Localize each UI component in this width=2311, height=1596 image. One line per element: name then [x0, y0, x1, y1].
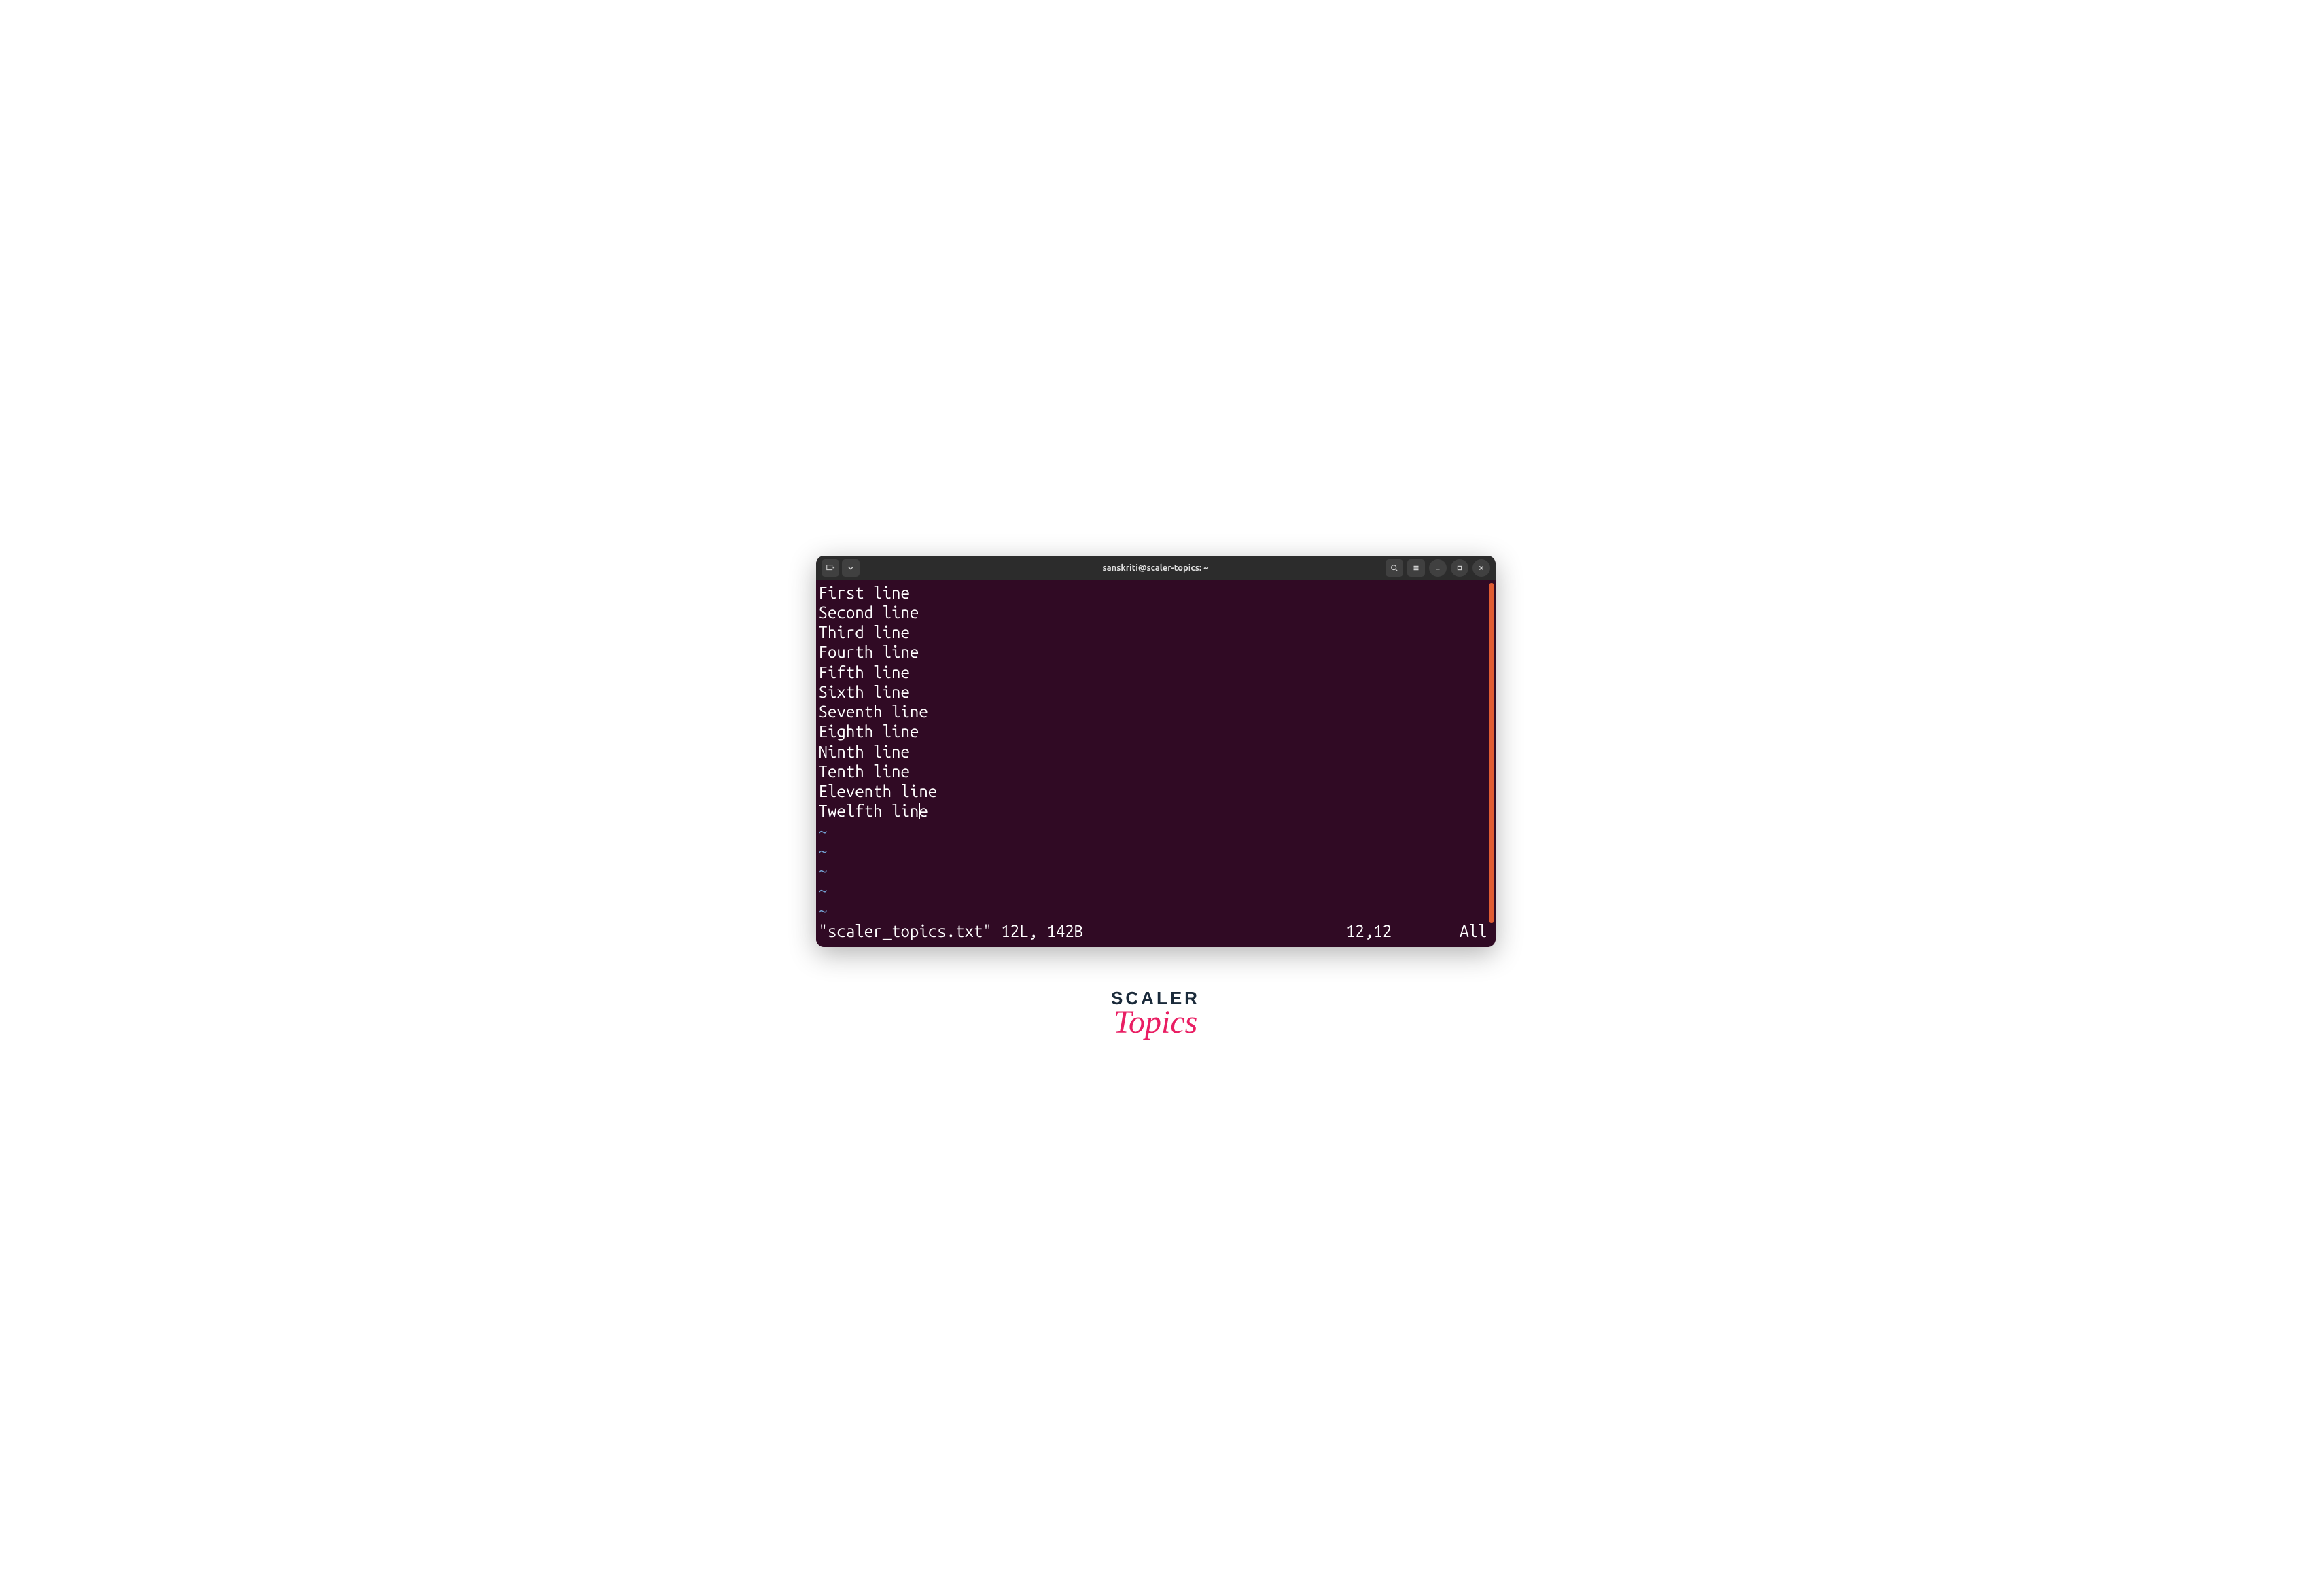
- hamburger-icon: [1411, 563, 1421, 573]
- logo: SCALER Topics: [1111, 988, 1200, 1041]
- editor-line: Fifth line: [819, 662, 1493, 682]
- terminal-window: sanskriti@scaler-topics: ~ First lineSec…: [816, 556, 1496, 947]
- title-bar: sanskriti@scaler-topics: ~: [816, 556, 1496, 580]
- vim-status-line: "scaler_topics.txt" 12L, 142B 12,12 All: [816, 922, 1496, 940]
- search-icon: [1390, 563, 1399, 573]
- editor-line: Eleventh line: [819, 781, 1493, 801]
- scrollbar[interactable]: [1489, 583, 1494, 923]
- close-icon: [1477, 563, 1486, 573]
- terminal-body[interactable]: First lineSecond lineThird lineFourth li…: [816, 580, 1496, 947]
- window-title: sanskriti@scaler-topics: ~: [1102, 563, 1208, 573]
- close-button[interactable]: [1472, 559, 1490, 577]
- status-scroll-indicator: All: [1460, 922, 1487, 940]
- empty-line-tilde: ~: [819, 861, 1493, 881]
- empty-line-tilde: ~: [819, 821, 1493, 841]
- maximize-icon: [1455, 563, 1464, 573]
- editor-line: Second line: [819, 603, 1493, 622]
- status-cursor-position: 12,12: [1346, 922, 1392, 940]
- logo-text-topics: Topics: [1114, 1004, 1198, 1041]
- editor-line: Sixth line: [819, 682, 1493, 702]
- title-bar-right-controls: [1386, 559, 1490, 577]
- editor-line: Fourth line: [819, 642, 1493, 662]
- status-spacer: [1083, 922, 1346, 940]
- search-button[interactable]: [1386, 559, 1403, 577]
- empty-line-tilde: ~: [819, 841, 1493, 861]
- editor-line: Seventh line: [819, 702, 1493, 722]
- menu-button[interactable]: [1407, 559, 1425, 577]
- status-filename: "scaler_topics.txt" 12L, 142B: [819, 922, 1084, 940]
- maximize-button[interactable]: [1451, 559, 1468, 577]
- minimize-button[interactable]: [1429, 559, 1447, 577]
- cursor: e: [919, 802, 928, 820]
- empty-line-tilde: ~: [819, 901, 1493, 921]
- editor-line: First line: [819, 583, 1493, 603]
- dropdown-button[interactable]: [842, 559, 860, 577]
- editor-line: Ninth line: [819, 742, 1493, 762]
- new-tab-icon: [826, 563, 835, 573]
- minimize-icon: [1433, 563, 1443, 573]
- editor-line: Tenth line: [819, 762, 1493, 781]
- editor-line: Third line: [819, 622, 1493, 642]
- title-bar-left-controls: [822, 559, 860, 577]
- editor-content[interactable]: First lineSecond lineThird lineFourth li…: [816, 583, 1496, 921]
- new-tab-button[interactable]: [822, 559, 839, 577]
- empty-line-tilde: ~: [819, 881, 1493, 900]
- chevron-down-icon: [846, 563, 855, 573]
- editor-line: Eighth line: [819, 722, 1493, 741]
- editor-line: Twelfth line: [819, 801, 1493, 821]
